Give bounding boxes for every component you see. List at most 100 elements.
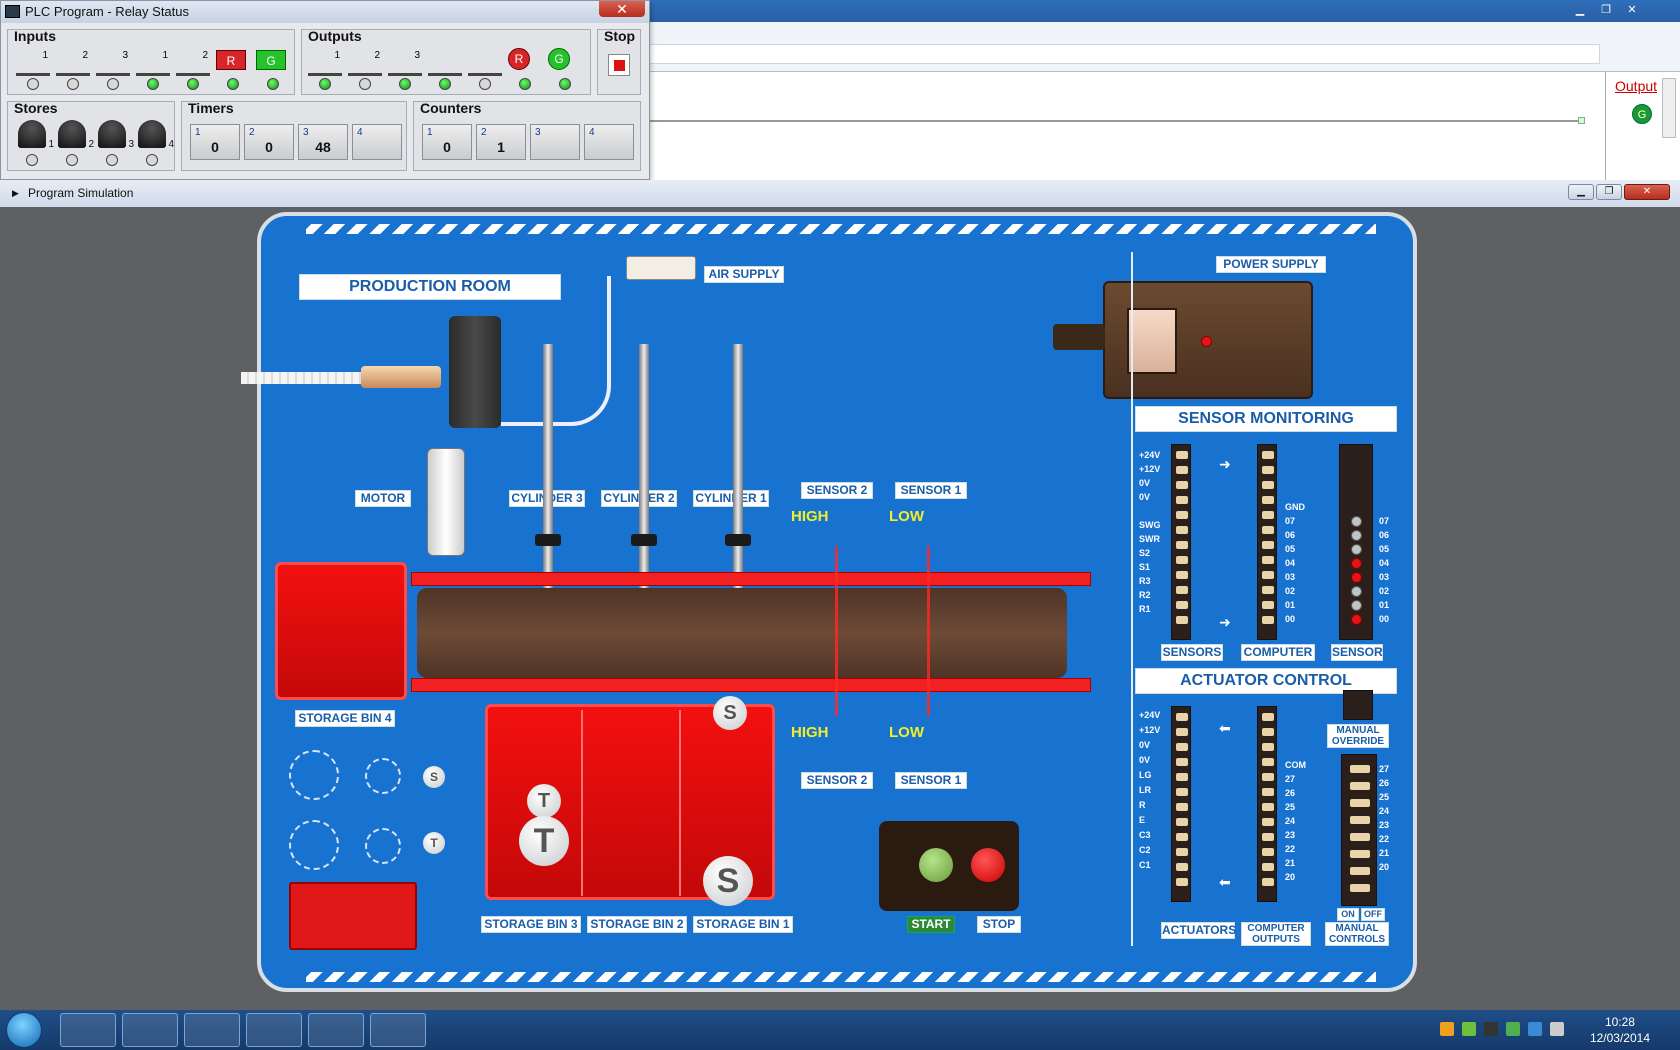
sim-close-button[interactable]: ✕ — [1624, 184, 1670, 200]
ladder-program-icon[interactable] — [370, 1013, 426, 1047]
on-label[interactable]: ON — [1337, 908, 1359, 921]
start-label[interactable]: START — [907, 916, 955, 933]
maximize-icon[interactable]: ❐ — [1596, 184, 1622, 200]
output-actuator-icon[interactable]: 3 — [388, 50, 422, 76]
output-r-icon[interactable]: R — [508, 48, 530, 70]
terminal-pin — [1262, 556, 1274, 564]
output-g-icon[interactable]: G — [548, 48, 570, 70]
manual-switch-pin[interactable] — [1350, 816, 1370, 824]
manual-switch-pin[interactable] — [1350, 765, 1370, 773]
input-r-icon[interactable]: R — [216, 50, 246, 70]
sensor-led-icon — [1351, 558, 1362, 569]
manual-switch-pin[interactable] — [1350, 867, 1370, 875]
internet-explorer-icon[interactable] — [60, 1013, 116, 1047]
start-button[interactable] — [919, 848, 953, 882]
cylinder-3[interactable] — [543, 344, 553, 594]
output-link[interactable]: Output — [1615, 78, 1657, 94]
counter-slot[interactable]: 3 — [530, 124, 580, 160]
cylinder-2[interactable] — [639, 344, 649, 594]
tray-icon[interactable] — [1462, 1022, 1476, 1036]
timer-value: 0 — [265, 139, 273, 155]
part-t-small[interactable]: T — [527, 784, 561, 818]
computer-label: COMPUTER — [1241, 644, 1315, 661]
output-actuator-icon[interactable]: 2 — [348, 50, 382, 76]
manual-switch-pin[interactable] — [1350, 833, 1370, 841]
computer-output-number: 26 — [1285, 788, 1296, 798]
minimize-icon[interactable]: ▁ — [1568, 184, 1594, 200]
media-player-icon[interactable] — [184, 1013, 240, 1047]
input-switch-icon[interactable]: 2 — [56, 50, 90, 76]
manual-switch-pin[interactable] — [1350, 884, 1370, 892]
sensor-led-icon — [1351, 530, 1362, 541]
timer-slot[interactable]: 4 — [352, 124, 402, 160]
manual-switch-pin[interactable] — [1350, 850, 1370, 858]
input-switch-icon[interactable]: 1 — [136, 50, 170, 76]
manual-controls-terminal[interactable] — [1341, 754, 1377, 906]
rung-end-node[interactable] — [1578, 117, 1585, 124]
network-tray-icon[interactable] — [1528, 1022, 1542, 1036]
output-actuator-icon[interactable] — [428, 50, 462, 76]
input-switch-icon[interactable]: 1 — [16, 50, 50, 76]
ladder-rung — [640, 120, 1580, 122]
add-t-part-button[interactable]: T — [423, 832, 445, 854]
bin-divider-1 — [581, 710, 583, 896]
sensor-led-icon — [1351, 544, 1362, 555]
tray-icon[interactable] — [1506, 1022, 1520, 1036]
output-actuator-icon[interactable] — [468, 50, 502, 76]
counter-slot[interactable]: 10 — [422, 124, 472, 160]
off-label[interactable]: OFF — [1361, 908, 1385, 921]
manual-override-label: MANUAL OVERRIDE — [1327, 724, 1389, 748]
output-g-icon[interactable]: G — [1632, 104, 1652, 124]
manual-switch-pin[interactable] — [1350, 782, 1370, 790]
store-icon[interactable]: 3 — [98, 120, 134, 150]
stop-icon[interactable] — [608, 54, 630, 76]
stop-label[interactable]: STOP — [977, 916, 1021, 933]
timer-slot[interactable]: 20 — [244, 124, 294, 160]
clock[interactable]: 10:28 12/03/2014 — [1590, 1014, 1650, 1046]
network-app-icon[interactable] — [246, 1013, 302, 1047]
part-s-large[interactable]: S — [703, 856, 753, 906]
store-led-icon — [106, 154, 118, 166]
stop-button[interactable] — [971, 848, 1005, 882]
tray-icon[interactable] — [1440, 1022, 1454, 1036]
input-switch-icon[interactable]: 2 — [176, 50, 210, 76]
part-s-conveyor[interactable]: S — [713, 696, 747, 730]
expand-arrow-icon[interactable]: ▶ — [12, 180, 19, 207]
input-switch-icon[interactable]: 3 — [96, 50, 130, 76]
timer-slot[interactable]: 3 48 — [298, 124, 348, 160]
output-actuator-icon[interactable]: 1 — [308, 50, 342, 76]
store-number: 1 — [48, 139, 54, 150]
manual-switch-pin[interactable] — [1350, 799, 1370, 807]
power-supply-label: POWER SUPPLY — [1216, 256, 1326, 273]
part-t-large[interactable]: T — [519, 816, 569, 866]
close-icon[interactable]: ✕ — [1624, 3, 1640, 17]
maximize-icon[interactable]: ❐ — [1598, 3, 1614, 17]
storage-bin-4 — [275, 562, 407, 700]
vertical-scrollbar[interactable] — [1662, 78, 1676, 138]
file-explorer-icon[interactable] — [122, 1013, 178, 1047]
counter-slot[interactable]: 4 — [584, 124, 634, 160]
volume-tray-icon[interactable] — [1550, 1022, 1564, 1036]
start-button-icon[interactable] — [6, 1012, 42, 1048]
relay-close-button[interactable]: ✕ — [599, 1, 645, 17]
actuator-terminal-label: +24V — [1139, 710, 1161, 720]
sensor1-bottom-label: SENSOR 1 — [895, 772, 967, 789]
sensor-led-icon — [1351, 572, 1362, 583]
power-switch[interactable] — [1127, 308, 1177, 374]
tray-icon[interactable] — [1484, 1022, 1498, 1036]
minimize-icon[interactable]: ▁ — [1572, 3, 1588, 17]
paint-app-icon[interactable] — [308, 1013, 364, 1047]
counter-slot[interactable]: 21 — [476, 124, 526, 160]
store-icon[interactable]: 1 — [18, 120, 54, 150]
input-g-icon[interactable]: G — [256, 50, 286, 70]
add-s-part-button[interactable]: S — [423, 766, 445, 788]
air-tube — [501, 276, 611, 426]
manual-control-number: 23 — [1379, 820, 1390, 830]
store-icon[interactable]: 4 — [138, 120, 174, 150]
timer-slot[interactable]: 10 — [190, 124, 240, 160]
store-icon[interactable]: 2 — [58, 120, 94, 150]
manual-override-switch[interactable] — [1343, 690, 1373, 720]
timer-value: 0 — [211, 139, 219, 155]
sensor-terminal-label: SWR — [1139, 534, 1160, 544]
terminal-pin — [1262, 788, 1274, 796]
